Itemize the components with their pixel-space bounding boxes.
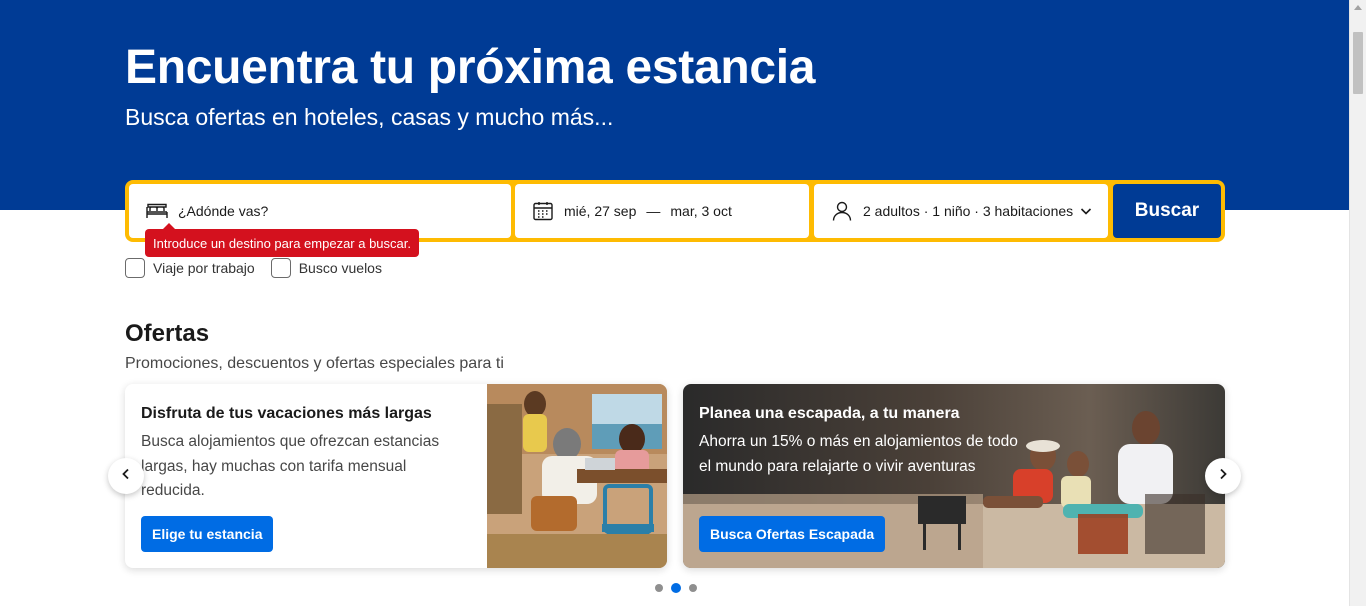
business-trip-label[interactable]: Viaje por trabajo [153, 260, 255, 276]
search-options: Viaje por trabajo Busco vuelos [125, 258, 398, 278]
guests-summary[interactable]: 2 adultos · 1 niño · 3 habitaciones [863, 203, 1073, 219]
chevron-left-icon [119, 467, 133, 486]
family-remote-work-photo [487, 384, 667, 568]
offer-card-title: Disfruta de tus vacaciones más largas [141, 405, 432, 422]
business-trip-option[interactable]: Viaje por trabajo [125, 258, 255, 278]
scroll-up-icon[interactable] [1354, 5, 1362, 10]
vertical-scrollbar[interactable] [1349, 0, 1366, 606]
getaway-deals-button[interactable]: Busca Ofertas Escapada [699, 516, 886, 552]
flights-checkbox[interactable] [270, 258, 291, 278]
offers-subtitle: Promociones, descuentos y ofertas especi… [125, 355, 504, 372]
choose-stay-button[interactable]: Elige tu estancia [141, 516, 274, 552]
page-title: Encuentra tu próxima estancia [125, 41, 816, 94]
date-separator: — [646, 203, 661, 219]
offer-card-getaway[interactable]: Planea una escapada, a tu manera Ahorra … [683, 384, 1225, 568]
person-icon [830, 199, 854, 223]
carousel-dot[interactable] [655, 584, 663, 592]
dates-field[interactable]: mié, 27 sep — mar, 3 oct [515, 184, 809, 238]
carousel-dot-active[interactable] [671, 583, 681, 593]
checkin-date[interactable]: mié, 27 sep [564, 203, 636, 219]
flights-option[interactable]: Busco vuelos [270, 258, 382, 278]
business-trip-checkbox[interactable] [125, 258, 145, 278]
flights-label[interactable]: Busco vuelos [299, 260, 382, 276]
carousel-dot[interactable] [689, 584, 697, 592]
offer-card-body: Busca alojamientos que ofrezcan estancia… [141, 433, 440, 499]
hero-banner: Encuentra tu próxima estancia Busca ofer… [0, 0, 1349, 210]
offer-card-title: Planea una escapada, a tu manera [699, 405, 960, 422]
destination-input[interactable]: ¿Adónde vas? [178, 203, 268, 219]
carousel-prev-button[interactable] [108, 458, 144, 494]
destination-error-tooltip: Introduce un destino para empezar a busc… [145, 223, 419, 257]
calendar-icon [531, 199, 555, 223]
carousel-next-button[interactable] [1205, 458, 1241, 494]
chevron-right-icon [1216, 467, 1230, 486]
guests-field[interactable]: 2 adultos · 1 niño · 3 habitaciones [814, 184, 1108, 238]
page-subtitle: Busca ofertas en hoteles, casas y mucho … [125, 104, 614, 130]
offer-card-long-stays[interactable]: Disfruta de tus vacaciones más largas Bu… [125, 384, 667, 568]
offers-title: Ofertas [125, 320, 210, 347]
search-button[interactable]: Buscar [1113, 184, 1221, 238]
bed-icon [145, 199, 169, 223]
chevron-down-icon[interactable] [1078, 203, 1094, 222]
checkout-date[interactable]: mar, 3 oct [670, 203, 731, 219]
carousel-pagination [655, 583, 705, 593]
scroll-thumb[interactable] [1353, 32, 1363, 94]
offer-card-body: Ahorra un 15% o más en alojamientos de t… [699, 433, 1018, 475]
